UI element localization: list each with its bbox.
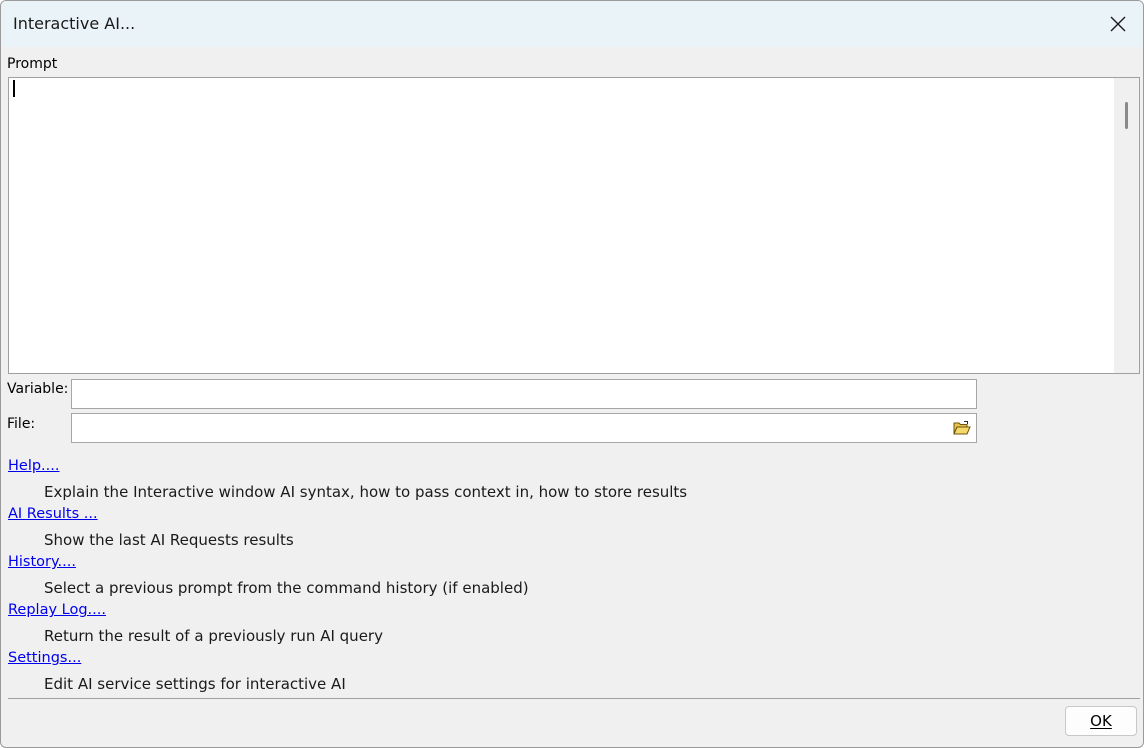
text-caret <box>13 80 15 97</box>
help-link[interactable]: Help.... <box>8 458 60 474</box>
replay-log-description: Return the result of a previously run AI… <box>44 627 383 645</box>
prompt-label: Prompt <box>7 56 58 72</box>
prompt-scrollbar[interactable] <box>1114 78 1139 373</box>
variable-input[interactable] <box>71 379 977 409</box>
close-button[interactable] <box>1093 1 1143 47</box>
prompt-textarea[interactable] <box>8 77 1140 374</box>
window-title: Interactive AI... <box>13 14 136 33</box>
settings-description: Edit AI service settings for interactive… <box>44 675 346 693</box>
title-bar[interactable]: Interactive AI... <box>1 1 1143 47</box>
help-description: Explain the Interactive window AI syntax… <box>44 483 688 501</box>
replay-log-link[interactable]: Replay Log.... <box>8 602 106 618</box>
footer-divider <box>8 698 1140 699</box>
close-icon <box>1110 16 1126 32</box>
ai-results-link[interactable]: AI Results ... <box>8 506 98 522</box>
ok-button-label: OK <box>1090 712 1112 730</box>
variable-label: Variable: <box>7 381 69 397</box>
settings-link[interactable]: Settings... <box>8 650 81 666</box>
folder-open-icon <box>953 421 971 435</box>
browse-file-button[interactable] <box>950 416 974 440</box>
history-description: Select a previous prompt from the comman… <box>44 579 529 597</box>
file-label: File: <box>7 416 36 432</box>
history-link[interactable]: History.... <box>8 554 76 570</box>
dialog-window: Interactive AI... Prompt Variable: File:… <box>0 0 1144 748</box>
scrollbar-thumb[interactable] <box>1125 102 1128 129</box>
file-input[interactable] <box>71 413 977 443</box>
ai-results-description: Show the last AI Requests results <box>44 531 294 549</box>
ok-button[interactable]: OK <box>1065 706 1137 736</box>
